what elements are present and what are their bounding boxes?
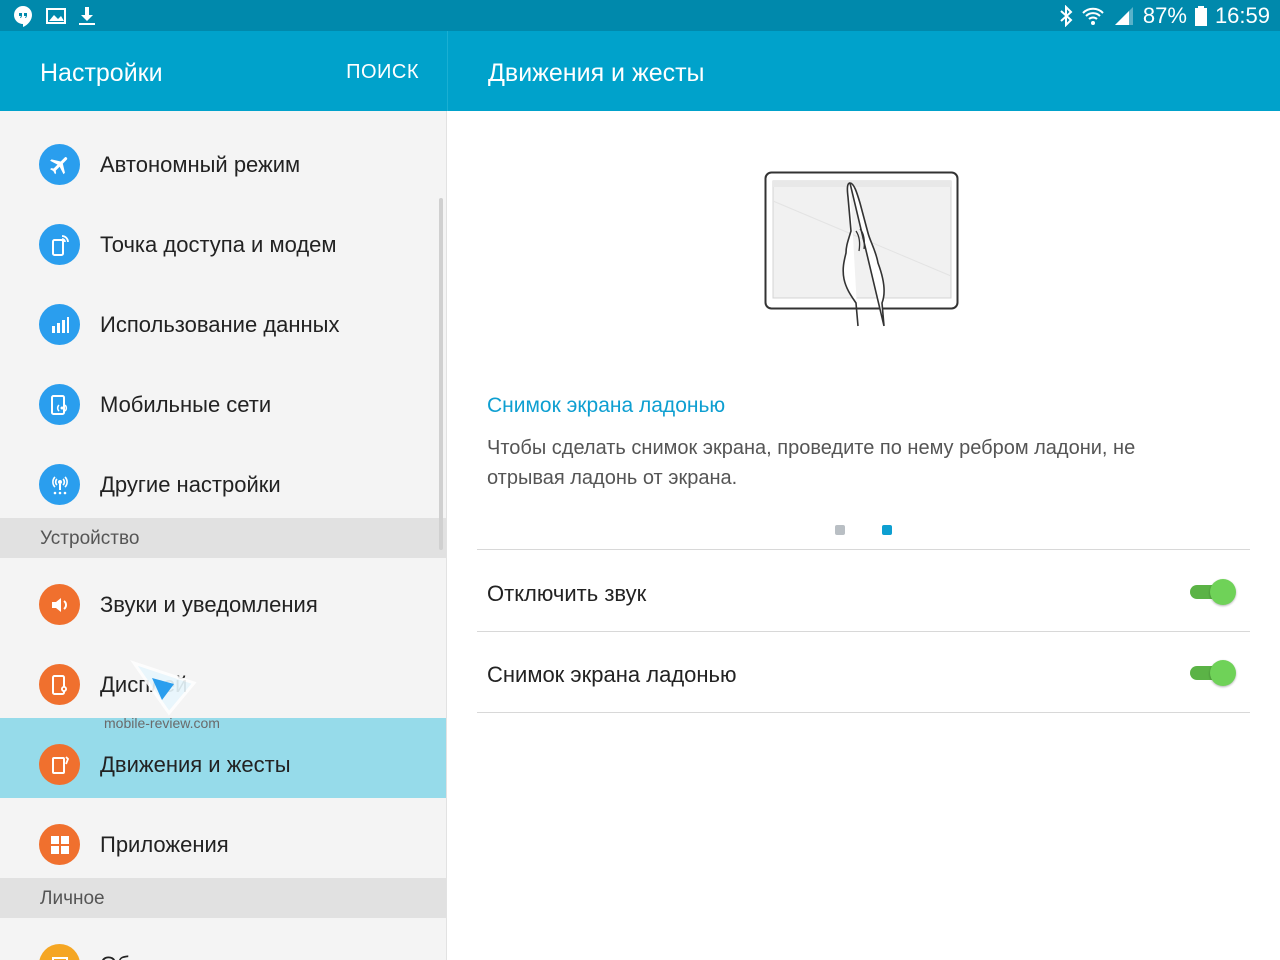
section-header-label: Устройство <box>40 528 140 549</box>
sidebar-item-label: Обои <box>100 952 154 960</box>
apps-icon <box>39 824 80 865</box>
mobile-networks-icon <box>39 384 80 425</box>
sidebar-item-motions[interactable]: Движения и жесты <box>0 718 446 798</box>
page-indicator-dot[interactable] <box>835 525 845 535</box>
hangouts-icon <box>12 5 34 27</box>
sidebar-item-label: Мобильные сети <box>100 392 272 417</box>
hotspot-icon <box>39 224 80 265</box>
sidebar-item-label: Автономный режим <box>100 152 301 177</box>
sidebar-item-label: Использование данных <box>100 312 340 337</box>
sidebar-item-hotspot[interactable]: Точка доступа и модем <box>0 198 446 278</box>
section-header-personal: Личное <box>0 878 446 918</box>
sidebar-item-sounds[interactable]: Звуки и уведомления <box>0 558 446 638</box>
palm-swipe-illustration <box>764 171 960 336</box>
bluetooth-icon <box>1059 5 1073 27</box>
settings-title: Настройки <box>40 59 163 87</box>
watermark-text: mobile-review.com <box>104 715 220 731</box>
watermark-logo-icon <box>130 660 197 716</box>
wallpaper-icon <box>39 944 80 960</box>
settings-sidebar[interactable]: Автономный режим Точка доступа и модем И… <box>0 111 447 960</box>
section-header-label: Личное <box>40 888 105 909</box>
feature-description: Чтобы сделать снимок экрана, проведите п… <box>487 437 1136 489</box>
speaker-icon <box>39 584 80 625</box>
toggle-knob <box>1210 660 1236 686</box>
display-icon <box>39 664 80 705</box>
sidebar-item-more-settings[interactable]: Другие настройки <box>0 438 446 518</box>
palm-swipe-icon <box>764 171 959 327</box>
search-button[interactable]: ПОИСК <box>346 61 419 84</box>
wifi-icon <box>1081 5 1105 27</box>
page-title: Движения и жесты <box>488 59 705 87</box>
sidebar-item-apps[interactable]: Приложения <box>0 798 446 878</box>
sidebar-item-label: Точка доступа и модем <box>100 232 337 257</box>
more-settings-icon <box>39 464 80 505</box>
battery-percent: 87% <box>1142 3 1187 28</box>
sidebar-item-mobile-networks[interactable]: Мобильные сети <box>0 358 446 438</box>
gallery-icon <box>46 7 66 25</box>
clock: 16:59 <box>1214 3 1270 28</box>
page-indicator-dot-active[interactable] <box>882 525 892 535</box>
divider <box>477 712 1250 713</box>
status-bar: 87% 16:59 <box>0 0 1280 31</box>
feature-title: Снимок экрана ладонью <box>487 394 726 417</box>
download-icon <box>78 6 96 26</box>
palm-capture-toggle[interactable] <box>1188 660 1236 686</box>
setting-label: Снимок экрана ладонью <box>487 662 737 687</box>
divider <box>477 631 1250 632</box>
settings-header: Настройки ПОИСК <box>0 31 447 111</box>
sidebar-item-data-usage[interactable]: Использование данных <box>0 278 446 358</box>
battery-icon <box>1194 5 1207 27</box>
sidebar-item-display[interactable]: Дисплей <box>0 638 446 718</box>
mute-toggle[interactable] <box>1188 579 1236 605</box>
sidebar-item-label: Приложения <box>100 832 229 857</box>
divider <box>477 549 1250 550</box>
signal-icon <box>1113 5 1135 27</box>
sidebar-item-label: Звуки и уведомления <box>100 592 318 617</box>
data-usage-icon <box>39 304 80 345</box>
sidebar-item-label: Другие настройки <box>100 472 281 497</box>
toggle-knob <box>1210 579 1236 605</box>
sidebar-item-label: Движения и жесты <box>100 752 291 777</box>
motions-gestures-panel: Снимок экрана ладонью Чтобы сделать сним… <box>447 111 1280 960</box>
airplane-icon <box>39 144 80 185</box>
motion-icon <box>39 744 80 785</box>
sidebar-item-airplane[interactable]: Автономный режим <box>0 118 446 198</box>
setting-row-mute[interactable]: Отключить звук <box>477 552 1250 632</box>
section-header-device: Устройство <box>0 518 446 558</box>
detail-header: Движения и жесты <box>447 31 1280 111</box>
sidebar-item-wallpaper[interactable]: Обои <box>0 918 446 960</box>
setting-row-palm-capture[interactable]: Снимок экрана ладонью <box>477 633 1250 713</box>
sidebar-scrollbar[interactable] <box>439 198 443 550</box>
setting-label: Отключить звук <box>487 581 647 606</box>
